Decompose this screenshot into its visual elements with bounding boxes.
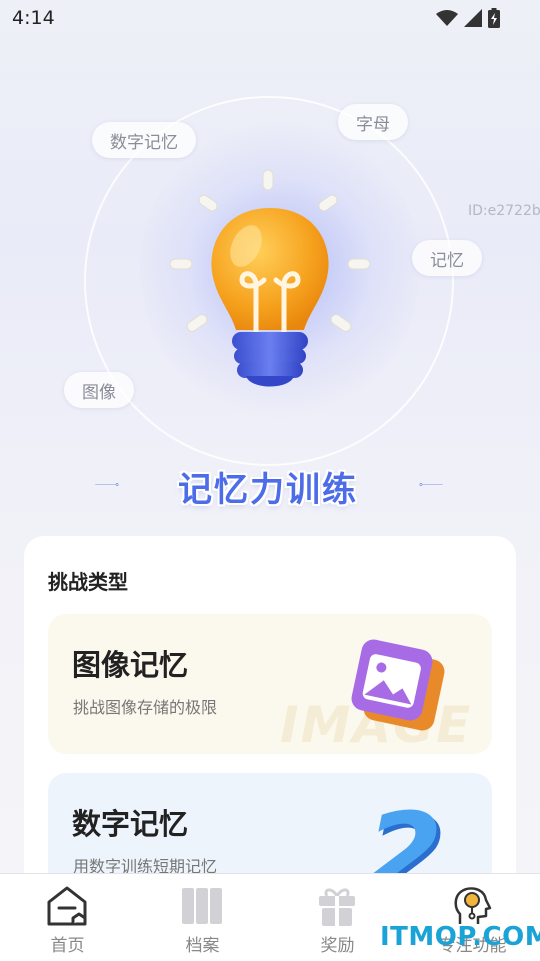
cell-signal-icon (464, 9, 482, 27)
gift-icon (319, 888, 355, 926)
tag-bubble-letter: 字母 (338, 104, 408, 140)
tag-bubble-memory: 记忆 (412, 240, 482, 276)
title-right-deco (419, 483, 443, 486)
id-tag: ID:e2722b (468, 203, 540, 219)
nav-item-archive[interactable]: 档案 (135, 874, 270, 961)
status-time: 4:14 (12, 7, 55, 29)
section-heading: 挑战类型 (48, 570, 128, 594)
tag-bubble-image: 图像 (64, 372, 134, 408)
tag-bubble-number-memory: 数字记忆 (92, 122, 196, 158)
site-watermark: ITMOP.COM (380, 922, 540, 952)
archive-icon (182, 888, 222, 924)
nav-item-home[interactable]: 首页 (0, 874, 135, 961)
challenge-image-memory[interactable]: IMAGE 图像记忆 挑战图像存储的极限 (48, 614, 492, 754)
status-icons (436, 8, 500, 28)
nav-label: 首页 (50, 936, 85, 956)
battery-icon (488, 8, 500, 28)
title-left-deco (95, 483, 119, 486)
challenge-desc: 挑战图像存储的极限 (73, 698, 218, 717)
wifi-icon (436, 10, 458, 26)
image-gallery-icon (351, 639, 445, 731)
page-title: 记忆力训练 (178, 470, 358, 510)
status-bar: 4:14 (0, 0, 540, 38)
hero-title-row: 记忆力训练 (0, 460, 540, 510)
nav-label: 档案 (185, 936, 220, 956)
home-icon (47, 886, 87, 926)
challenge-name: 图像记忆 (72, 648, 189, 682)
lightbulb-icon (169, 169, 371, 387)
challenge-name: 数字记忆 (72, 807, 189, 841)
